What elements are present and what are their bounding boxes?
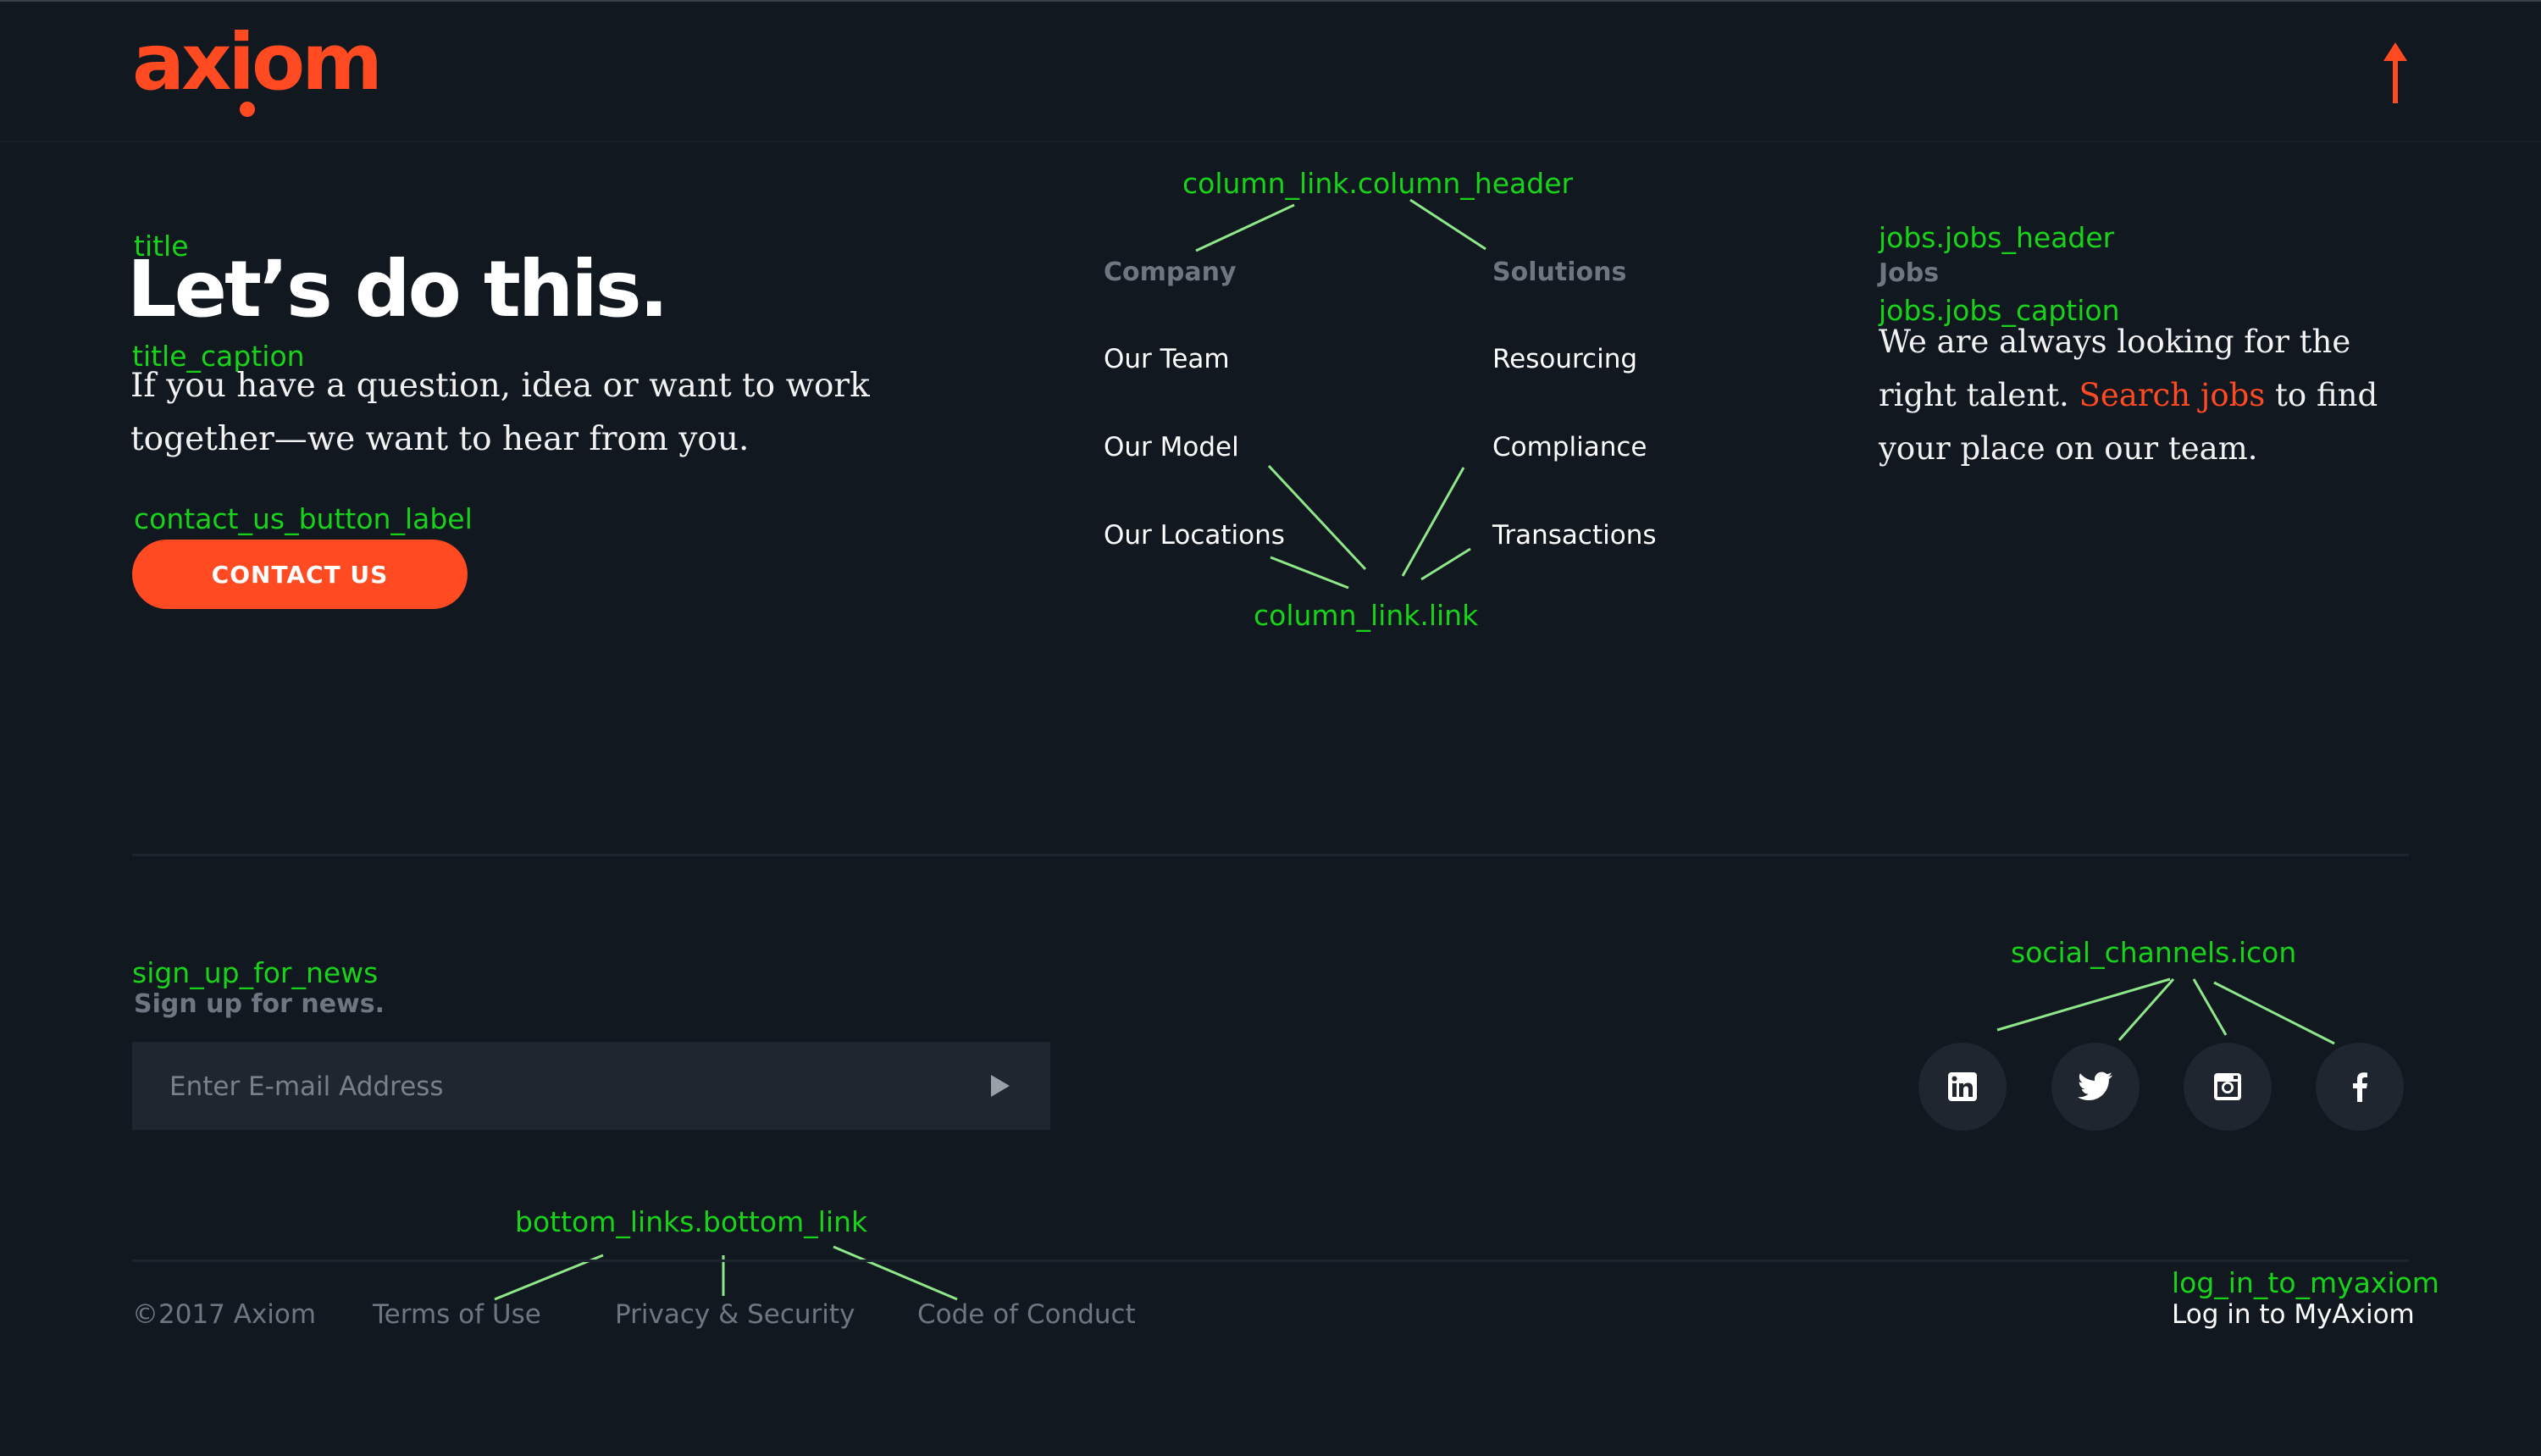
log-in-to-myaxiom-link[interactable]: Log in to MyAxiom [2172, 1299, 2415, 1330]
column-link-transactions[interactable]: Transactions [1492, 520, 1657, 551]
column-header-solutions: Solutions [1492, 257, 1627, 287]
copyright: ©2017 Axiom [132, 1299, 317, 1330]
column-header-company: Company [1104, 257, 1237, 287]
sign-up-for-news-label: Sign up for news. [134, 989, 385, 1019]
linkedin-icon [1948, 1072, 1977, 1101]
title-caption: If you have a question, idea or want to … [130, 367, 870, 458]
column-link-compliance[interactable]: Compliance [1492, 432, 1647, 462]
annotation-jobs-header: jobs.jobs_header [1879, 221, 2115, 254]
jobs-caption: We are always looking for the right tale… [1879, 315, 2421, 475]
social-twitter-button[interactable] [2051, 1043, 2140, 1131]
twitter-icon [2078, 1071, 2112, 1100]
page-title: Let’s do this. [127, 244, 669, 335]
social-facebook-button[interactable] [2316, 1043, 2404, 1131]
contact-us-button[interactable]: CONTACT US [132, 540, 468, 609]
column-link-our-team[interactable]: Our Team [1104, 344, 1230, 374]
email-signup-form [132, 1042, 1050, 1132]
social-instagram-button[interactable] [2184, 1043, 2272, 1131]
email-input[interactable] [168, 1042, 933, 1132]
instagram-icon [2214, 1073, 2241, 1100]
annotation-leader-lines [494, 198, 2335, 1301]
annotation-log-in-to-myaxiom: log_in_to_myaxiom [2172, 1266, 2439, 1299]
annotation-social-channels-icon: social_channels.icon [2011, 936, 2297, 969]
column-link-our-locations[interactable]: Our Locations [1104, 520, 1285, 551]
bottom-link-privacy-security[interactable]: Privacy & Security [615, 1299, 855, 1330]
bottom-link-terms-of-use[interactable]: Terms of Use [373, 1299, 541, 1330]
facebook-icon [2353, 1072, 2367, 1102]
submit-arrow-icon[interactable] [983, 1070, 1015, 1102]
social-linkedin-button[interactable] [1918, 1043, 2007, 1131]
search-jobs-link[interactable]: Search jobs [2079, 377, 2266, 413]
footer-divider [132, 1259, 2409, 1262]
bottom-link-code-of-conduct[interactable]: Code of Conduct [917, 1299, 1136, 1330]
column-link-our-model[interactable]: Our Model [1104, 432, 1239, 462]
section-divider [132, 854, 2409, 856]
column-link-resourcing[interactable]: Resourcing [1492, 344, 1637, 374]
annotation-column-header: column_link.column_header [1182, 167, 1574, 200]
annotation-sign-up-for-news: sign_up_for_news [132, 956, 379, 989]
annotation-column-link: column_link.link [1254, 599, 1479, 632]
jobs-header: Jobs [1879, 258, 1940, 288]
annotation-contact-us-button-label: contact_us_button_label [134, 502, 473, 535]
annotation-bottom-link: bottom_links.bottom_link [515, 1205, 868, 1238]
